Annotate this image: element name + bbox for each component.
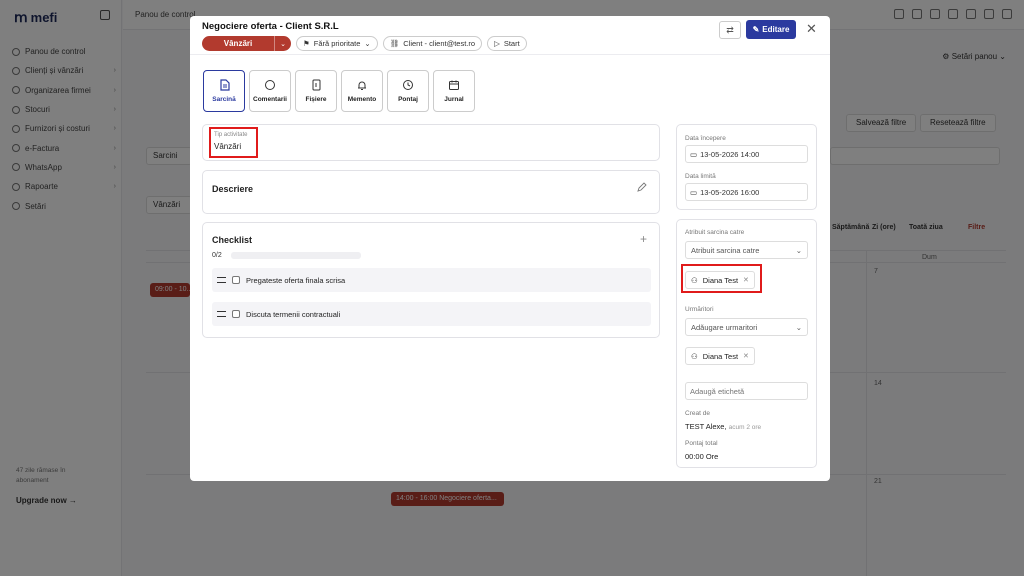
client-link[interactable]: ⛓ Client - client@test.ro <box>382 36 483 51</box>
tab-task[interactable]: Sarcină <box>203 70 245 112</box>
followers-select[interactable]: Adăugare urmaritori ⌄ <box>685 318 808 336</box>
created-by-label: Creat de <box>685 410 710 417</box>
dates-card: Data începere ▭ 13-05-2026 14:00 Data li… <box>676 124 817 210</box>
activity-type-highlight[interactable]: Tip activitate Vânzări <box>209 127 258 158</box>
activity-type-card: Tip activitate Vânzări <box>202 124 660 161</box>
chevron-down-icon: ⌄ <box>795 322 802 332</box>
assign-label: Atribuit sarcina catre <box>685 229 745 236</box>
chevron-down-icon: ⌄ <box>795 245 802 255</box>
document-icon <box>218 79 230 91</box>
start-button[interactable]: ▷ Start <box>487 36 527 51</box>
checklist-card: Checklist + 0/2 Pregateste oferta finala… <box>202 222 660 338</box>
followers-label: Urmăritori <box>685 306 714 313</box>
calendar-icon: ▭ <box>690 149 698 159</box>
assignment-card: Atribuit sarcina catre Atribuit sarcina … <box>676 219 817 468</box>
bell-icon <box>356 79 368 91</box>
follower-chip[interactable]: ⚇ Diana Test ✕ <box>685 347 755 365</box>
total-time-value: 00:00 Ore <box>685 452 719 461</box>
checklist-item[interactable]: Discuta termenii contractuali <box>212 302 651 326</box>
flag-icon: ⚑ <box>303 39 310 48</box>
chevron-down-icon: ⌄ <box>280 40 286 48</box>
remove-icon[interactable]: ✕ <box>743 352 749 360</box>
activity-type-value: Vânzări <box>214 142 242 151</box>
task-tabs: Sarcină Comentarii Fișiere Memento Ponta… <box>203 70 475 112</box>
edit-icon[interactable] <box>637 182 647 192</box>
header-divider <box>190 54 830 55</box>
sliders-icon: ⇄ <box>726 25 734 35</box>
checklist-progress-bar <box>231 252 361 259</box>
user-icon: ⚇ <box>691 351 698 361</box>
file-icon <box>310 79 322 91</box>
assign-select[interactable]: Atribuit sarcina catre ⌄ <box>685 241 808 259</box>
assignee-highlight <box>681 264 762 293</box>
tab-files[interactable]: Fișiere <box>295 70 337 112</box>
tab-comments[interactable]: Comentarii <box>249 70 291 112</box>
task-tags: Vânzări ⌄ ⚑ Fără prioritate ⌄ ⛓ Client -… <box>202 36 527 51</box>
tab-timesheet[interactable]: Pontaj <box>387 70 429 112</box>
link-icon: ⛓ <box>389 39 400 48</box>
calendar-icon: ▭ <box>690 187 698 197</box>
total-time-label: Pontaj total <box>685 440 718 447</box>
status-dropdown[interactable]: Vânzări ⌄ <box>202 36 291 51</box>
drag-handle-icon[interactable] <box>217 277 226 283</box>
checklist-item[interactable]: Pregateste oferta finala scrisa <box>212 268 651 292</box>
start-date-field[interactable]: ▭ 13-05-2026 14:00 <box>685 145 808 163</box>
comment-icon <box>264 79 276 91</box>
checklist-title: Checklist <box>212 235 253 245</box>
deadline-label: Data limită <box>685 173 716 180</box>
drag-handle-icon[interactable] <box>217 311 226 317</box>
close-icon[interactable]: ✕ <box>806 21 817 37</box>
start-date-label: Data începere <box>685 135 726 142</box>
add-icon[interactable]: + <box>640 232 647 246</box>
tab-log[interactable]: Jurnal <box>433 70 475 112</box>
checkbox[interactable] <box>232 276 240 284</box>
edit-button[interactable]: ✎ Editare <box>746 20 796 39</box>
task-modal: Negociere oferta - Client S.R.L Vânzări … <box>190 16 830 481</box>
description-title: Descriere <box>212 184 254 194</box>
edit-icon: ✎ <box>752 25 760 34</box>
checklist-progress: 0/2 <box>212 252 222 259</box>
calendar-icon <box>448 79 460 91</box>
created-by-value: TEST Alexe, acum 2 ore <box>685 422 762 431</box>
description-card[interactable]: Descriere <box>202 170 660 214</box>
play-icon: ▷ <box>494 39 500 48</box>
tab-reminder[interactable]: Memento <box>341 70 383 112</box>
chevron-down-icon: ⌄ <box>364 39 371 48</box>
modal-title: Negociere oferta - Client S.R.L <box>202 21 339 32</box>
clock-icon <box>402 79 414 91</box>
priority-dropdown[interactable]: ⚑ Fără prioritate ⌄ <box>296 36 378 51</box>
deadline-field[interactable]: ▭ 13-05-2026 16:00 <box>685 183 808 201</box>
tag-input[interactable] <box>685 382 808 400</box>
sliders-button[interactable]: ⇄ <box>719 21 741 39</box>
checkbox[interactable] <box>232 310 240 318</box>
